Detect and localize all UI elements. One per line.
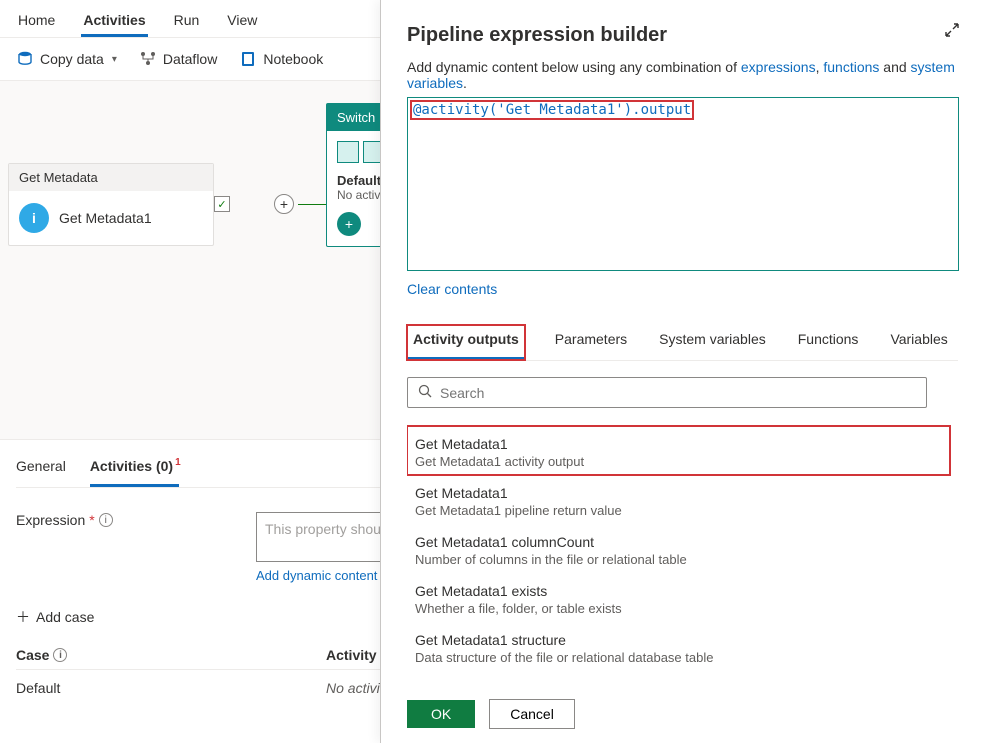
activity-output-title: Get Metadata1 columnCount — [415, 534, 942, 550]
switch-add-icon[interactable]: + — [337, 212, 361, 236]
expand-icon[interactable] — [942, 20, 962, 40]
info-icon[interactable]: i — [53, 648, 67, 662]
expression-builder-flyout: Pipeline expression builder Add dynamic … — [380, 0, 984, 743]
dataflow-icon — [139, 50, 157, 68]
add-case-button[interactable]: ＋ Add case — [16, 607, 94, 627]
menu-home[interactable]: Home — [16, 8, 57, 37]
tab-activity-outputs[interactable]: Activity outputs — [407, 325, 525, 360]
node-get-metadata-header: Get Metadata — [9, 164, 213, 191]
menu-activities[interactable]: Activities — [81, 8, 147, 37]
info-icon: i — [19, 203, 49, 233]
tab-general[interactable]: General — [16, 452, 66, 487]
activity-output-desc: Number of columns in the file or relatio… — [415, 552, 942, 567]
activity-output-item[interactable]: Get Metadata1 exists Whether a file, fol… — [407, 573, 950, 622]
dataflow-button[interactable]: Dataflow — [139, 50, 217, 68]
search-box[interactable] — [407, 377, 927, 408]
activity-output-title: Get Metadata1 — [415, 436, 942, 452]
cancel-button[interactable]: Cancel — [489, 699, 575, 729]
case-cell-default: Default — [16, 680, 296, 696]
required-badge: 1 — [175, 457, 181, 468]
chevron-down-icon: ▾ — [112, 54, 117, 65]
activity-output-title: Get Metadata1 structure — [415, 632, 942, 648]
flyout-footer: OK Cancel — [407, 691, 575, 729]
activity-output-desc: Get Metadata1 activity output — [415, 454, 942, 469]
flyout-tabs: Activity outputs Parameters System varia… — [407, 325, 958, 361]
add-activity-icon[interactable]: + — [274, 194, 294, 214]
activity-output-title: Get Metadata1 exists — [415, 583, 942, 599]
activity-output-desc: Get Metadata1 pipeline return value — [415, 503, 942, 518]
tab-parameters[interactable]: Parameters — [553, 325, 629, 360]
notebook-button[interactable]: Notebook — [239, 50, 323, 68]
activity-output-item[interactable]: Get Metadata1 Get Metadata1 activity out… — [407, 426, 950, 475]
expression-label-text: Expression — [16, 512, 85, 528]
tab-activities-label: Activities (0) — [90, 458, 173, 474]
tab-variables[interactable]: Variables — [888, 325, 949, 360]
menu-run[interactable]: Run — [172, 8, 202, 37]
tab-system-variables[interactable]: System variables — [657, 325, 768, 360]
expression-text: @activity('Get Metadata1').output — [412, 102, 692, 118]
node-get-metadata[interactable]: Get Metadata i Get Metadata1 — [8, 163, 214, 246]
add-case-label: Add case — [36, 609, 94, 625]
expression-label: Expression * i — [16, 512, 216, 528]
dataflow-label: Dataflow — [163, 51, 217, 67]
node-connector: ✓ + — [214, 194, 342, 214]
success-check-icon[interactable]: ✓ — [214, 196, 230, 212]
case-header-label: Case — [16, 647, 49, 663]
activity-output-desc: Whether a file, folder, or table exists — [415, 601, 942, 616]
notebook-label: Notebook — [263, 51, 323, 67]
activity-header-label: Activity — [326, 647, 377, 663]
flyout-desc-text: Add dynamic content below using any comb… — [407, 59, 741, 75]
flyout-description: Add dynamic content below using any comb… — [407, 59, 958, 91]
flyout-content: Get Metadata1 Get Metadata1 activity out… — [407, 361, 958, 691]
copy-data-label: Copy data — [40, 51, 104, 67]
search-icon — [418, 384, 432, 401]
copy-data-button[interactable]: Copy data ▾ — [16, 50, 117, 68]
ok-button[interactable]: OK — [407, 700, 475, 728]
info-icon[interactable]: i — [99, 513, 113, 527]
node-get-metadata-body: i Get Metadata1 — [9, 191, 213, 245]
activity-output-item[interactable]: Get Metadata1 columnCount Number of colu… — [407, 524, 950, 573]
clear-contents-link[interactable]: Clear contents — [407, 281, 497, 297]
tab-functions[interactable]: Functions — [796, 325, 861, 360]
link-functions[interactable]: functions — [823, 59, 879, 75]
activity-output-desc: Data structure of the file or relational… — [415, 650, 942, 665]
flyout-desc-period: . — [463, 75, 467, 91]
tab-activities[interactable]: Activities (0)1 — [90, 452, 179, 487]
flyout-title: Pipeline expression builder — [407, 24, 958, 47]
required-asterisk: * — [89, 512, 94, 528]
activity-output-item[interactable]: Get Metadata1 Get Metadata1 pipeline ret… — [407, 475, 950, 524]
notebook-icon — [239, 50, 257, 68]
search-input[interactable] — [440, 385, 916, 401]
copy-data-icon — [16, 50, 34, 68]
activity-output-item[interactable]: Get Metadata1 structure Data structure o… — [407, 622, 950, 671]
node-get-metadata-name: Get Metadata1 — [59, 210, 152, 226]
menu-view[interactable]: View — [225, 8, 259, 37]
flyout-desc-and: and — [879, 59, 910, 75]
link-expressions[interactable]: expressions — [741, 59, 816, 75]
expression-textarea[interactable]: @activity('Get Metadata1').output — [407, 97, 959, 271]
activity-output-title: Get Metadata1 — [415, 485, 942, 501]
plus-icon: ＋ — [16, 607, 30, 627]
